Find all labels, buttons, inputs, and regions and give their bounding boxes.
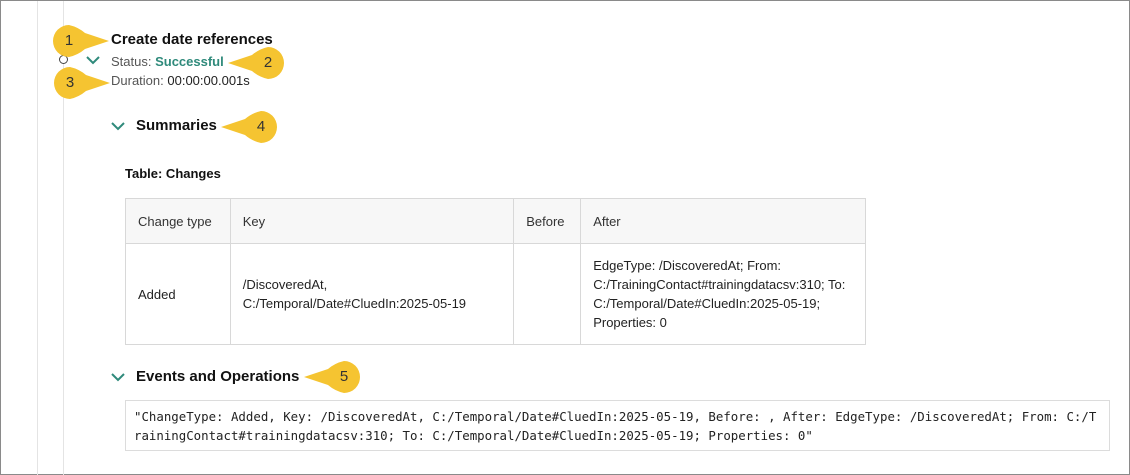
callout-5: 5 xyxy=(302,359,362,395)
changes-table: Change type Key Before After Added /Disc… xyxy=(125,198,866,345)
status-badge: Successful xyxy=(155,54,224,69)
step-status: Status: Successful xyxy=(111,54,224,69)
cell-after: EdgeType: /DiscoveredAt; From: C:/Traini… xyxy=(580,243,866,345)
cell-before xyxy=(513,243,582,345)
cell-key: /DiscoveredAt, C:/Temporal/Date#CluedIn:… xyxy=(229,243,515,345)
callout-1: 1 xyxy=(51,23,111,59)
summaries-heading[interactable]: Summaries xyxy=(136,117,217,134)
callout-number: 2 xyxy=(263,54,273,71)
status-label: Status: xyxy=(111,54,156,69)
callout-3: 3 xyxy=(52,65,112,101)
callout-number: 4 xyxy=(256,118,266,135)
column-header: Key xyxy=(229,198,515,244)
column-header: Change type xyxy=(125,198,231,244)
chevron-down-icon[interactable] xyxy=(110,120,126,132)
callout-2: 2 xyxy=(226,45,286,81)
cell-change-type: Added xyxy=(125,243,231,345)
table-row: Added /DiscoveredAt, C:/Temporal/Date#Cl… xyxy=(125,243,866,345)
column-header: Before xyxy=(513,198,582,244)
callout-4: 4 xyxy=(219,109,279,145)
table-header-row: Change type Key Before After xyxy=(125,198,866,244)
events-log: "ChangeType: Added, Key: /DiscoveredAt, … xyxy=(125,400,1110,451)
events-heading[interactable]: Events and Operations xyxy=(136,368,299,385)
table-caption: Table: Changes xyxy=(125,166,221,181)
column-header: After xyxy=(580,198,866,244)
callout-number: 5 xyxy=(339,368,349,385)
duration-label: Duration: xyxy=(111,73,168,88)
timeline-line xyxy=(37,1,38,475)
callout-number: 1 xyxy=(64,32,74,49)
callout-number: 3 xyxy=(65,74,75,91)
chevron-down-icon[interactable] xyxy=(110,371,126,383)
